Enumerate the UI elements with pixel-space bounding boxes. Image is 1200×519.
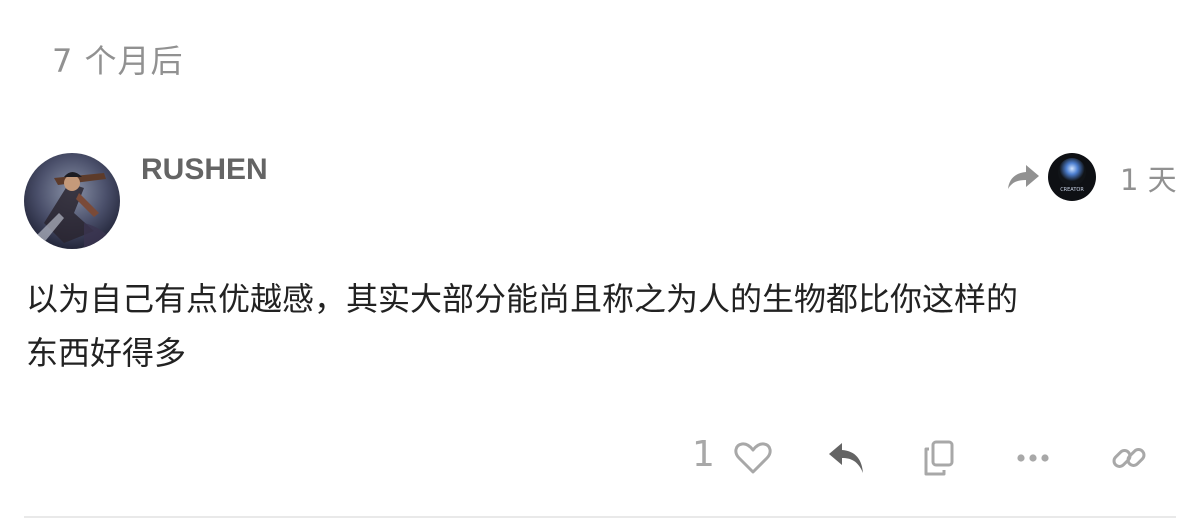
reply-icon	[829, 443, 863, 473]
post-page: 7 个月后 RUSHEN CREATOR 1 天 以为自己有点优越感，其实大部分…	[0, 0, 1200, 519]
post-body: 以为自己有点优越感，其实大部分能尚且称之为人的生物都比你这样的 东西好得多	[26, 272, 1176, 380]
more-icon	[1017, 454, 1049, 462]
post-body-line: 东西好得多	[26, 334, 187, 372]
post-divider	[24, 516, 1176, 518]
link-icon	[1112, 448, 1146, 468]
reply-arrow-icon	[1008, 165, 1039, 189]
copy-icon	[924, 440, 954, 476]
reply-button[interactable]	[824, 436, 868, 480]
reply-avatar-text: CREATOR	[1060, 187, 1084, 193]
post-actions: 1	[0, 430, 1200, 486]
time-gap-label: 7 个月后	[52, 42, 184, 80]
share-link-button[interactable]	[1107, 436, 1151, 480]
more-button[interactable]	[1011, 436, 1055, 480]
username[interactable]: RUSHEN	[141, 153, 268, 187]
post-date[interactable]: 1 天	[1120, 157, 1177, 199]
like-count[interactable]: 1	[692, 434, 715, 475]
like-button[interactable]	[731, 436, 775, 480]
copy-button[interactable]	[917, 436, 961, 480]
reply-to-indicator[interactable]: CREATOR	[1006, 152, 1096, 202]
user-avatar[interactable]	[24, 153, 120, 249]
heart-icon	[734, 442, 772, 474]
reply-to-avatar[interactable]: CREATOR	[1048, 153, 1096, 201]
post-body-line: 以为自己有点优越感，其实大部分能尚且称之为人的生物都比你这样的	[26, 280, 1019, 318]
